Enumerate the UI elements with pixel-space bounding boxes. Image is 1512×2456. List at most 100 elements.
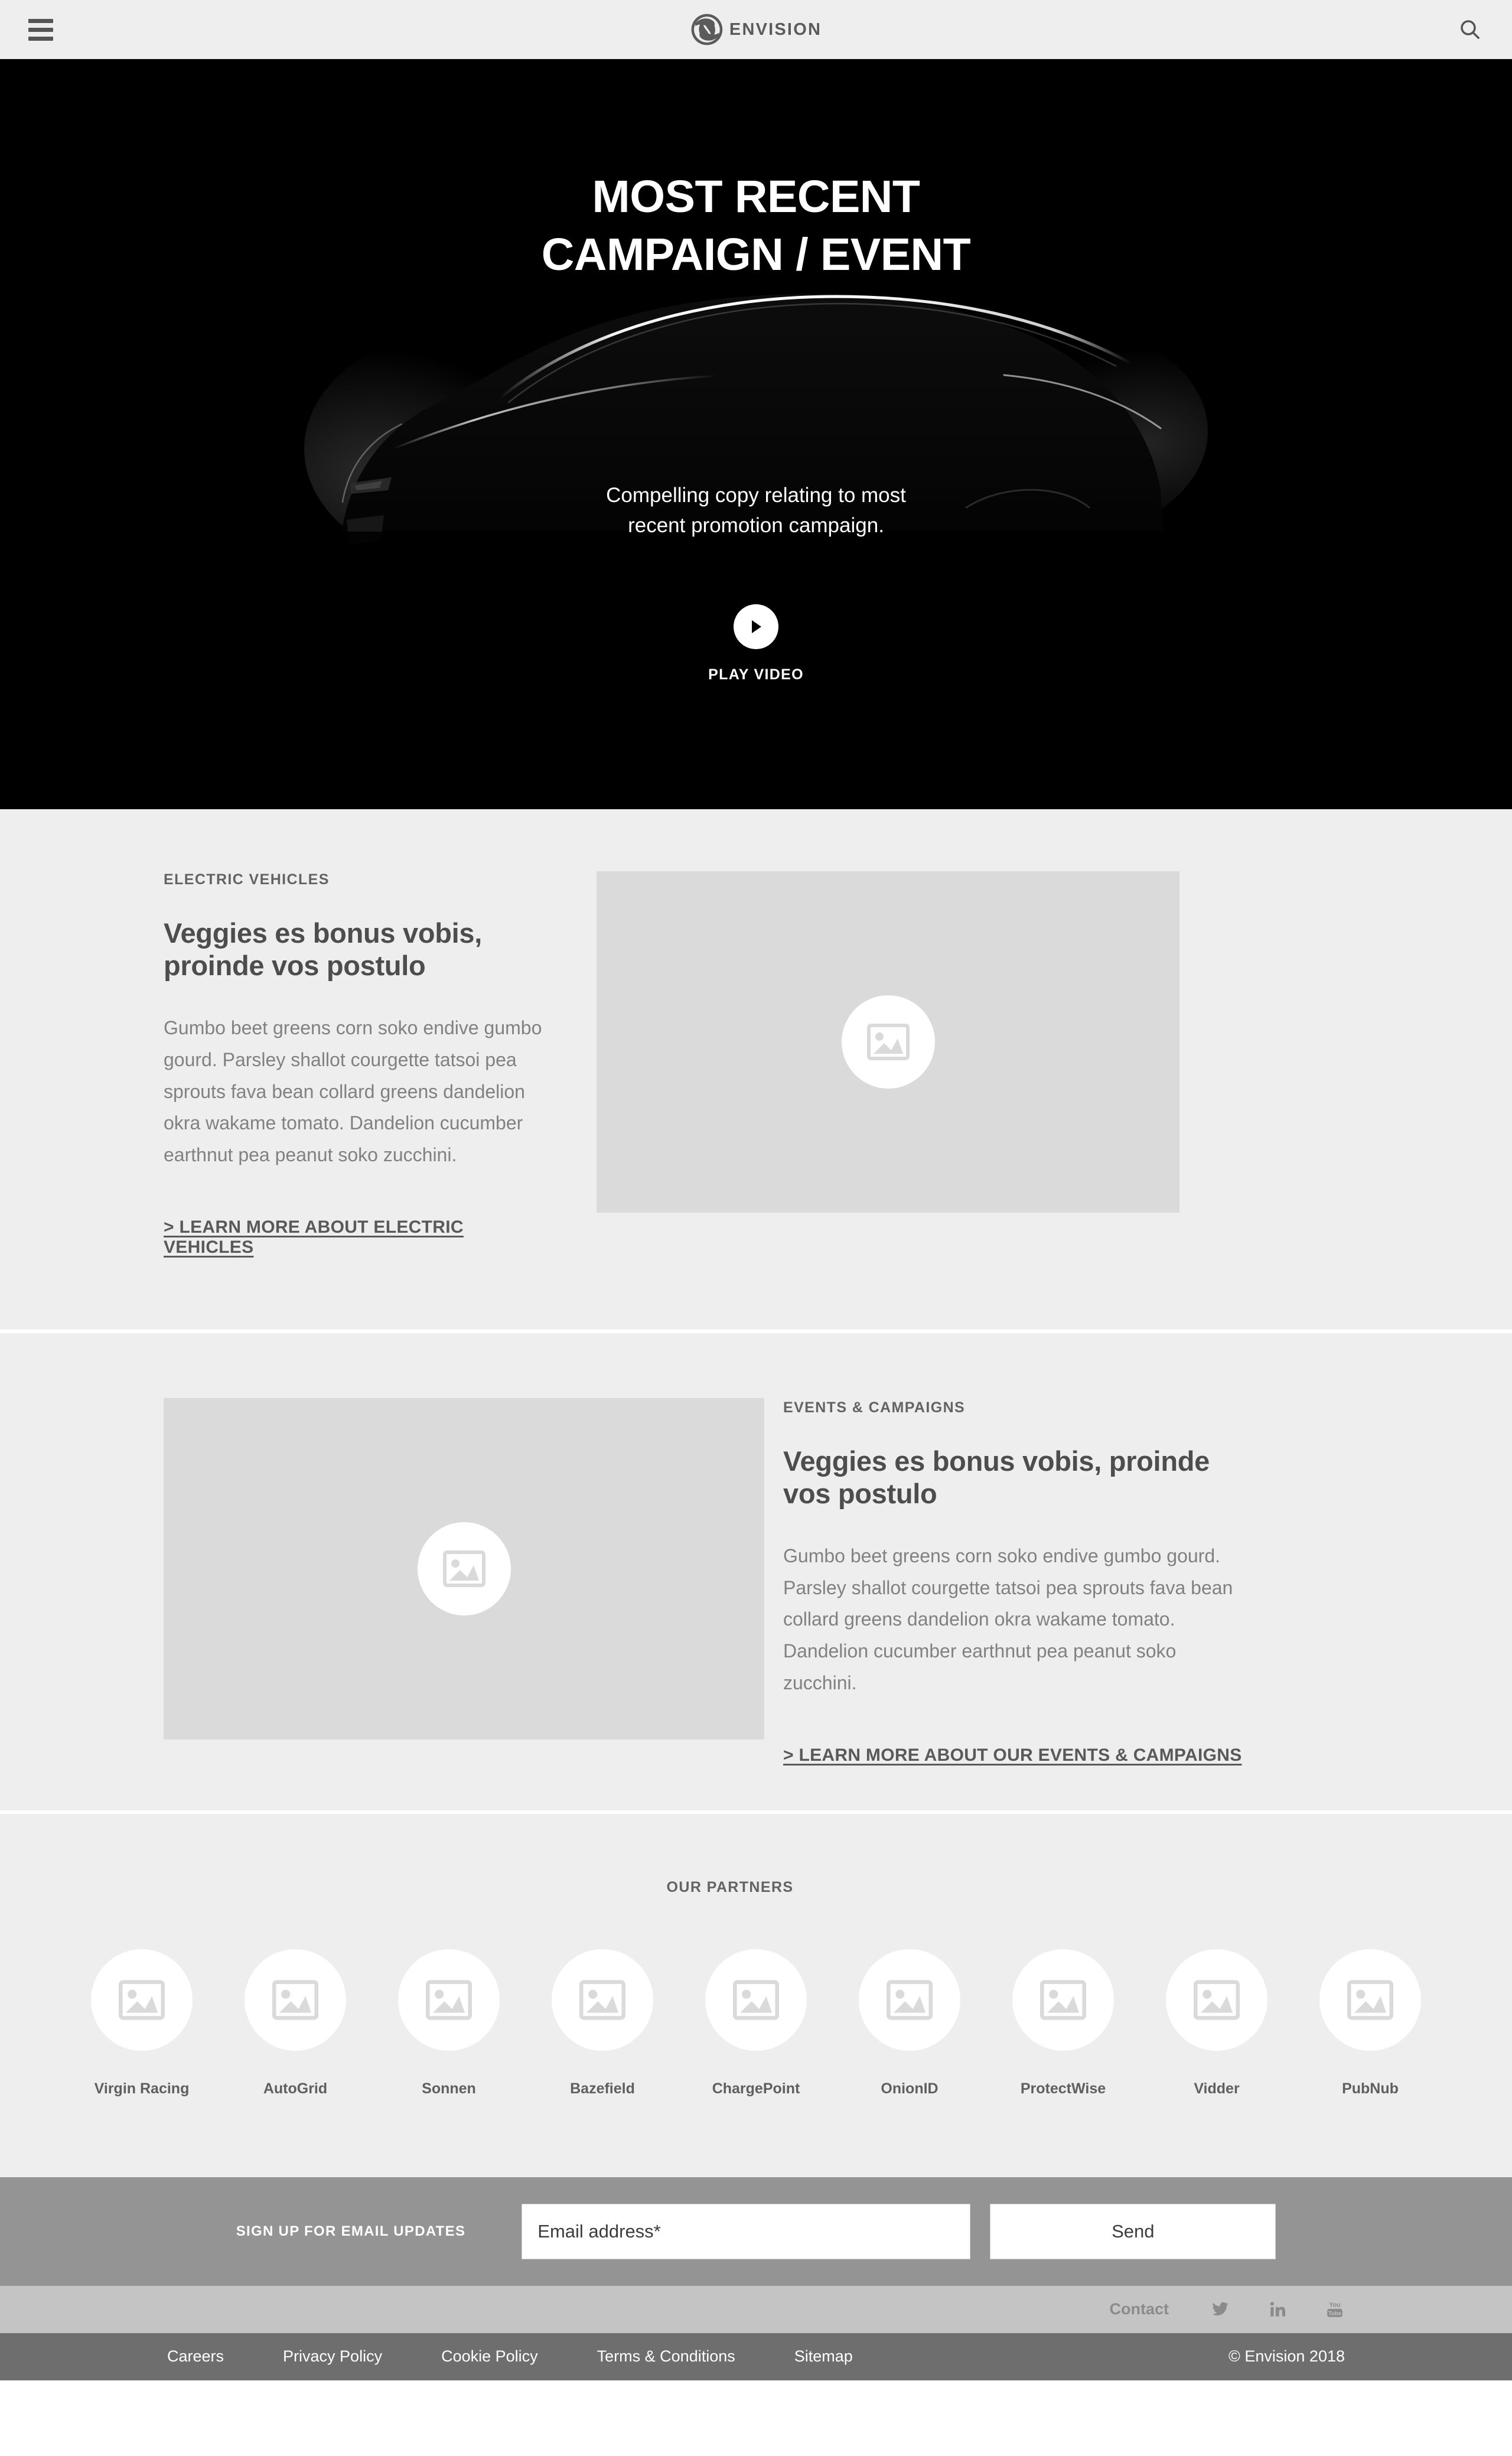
section-1-headline: Veggies es bonus vobis, proinde vos post…: [164, 917, 482, 981]
partner-item[interactable]: OnionID: [833, 1949, 986, 2097]
hamburger-bar: [28, 18, 53, 23]
section-1-image-placeholder: [597, 871, 1179, 1213]
twitter-icon[interactable]: [1210, 2301, 1230, 2318]
svg-text:You: You: [1329, 2301, 1340, 2308]
section-2-text-column: EVENTS & CAMPAIGNS Veggies es bonus vobi…: [764, 1333, 1361, 1766]
partners-title: OUR PARTNERS: [666, 1878, 794, 1895]
partner-item[interactable]: Virgin Racing: [65, 1949, 219, 2097]
partner-logo-circle: [859, 1949, 960, 2051]
youtube-glyph: You Tube: [1327, 2301, 1342, 2317]
hero-copy-line-1: Compelling copy relating to most: [606, 483, 906, 507]
section-1-image-column: [597, 871, 1179, 1213]
hero-title-line-1: MOST RECENT: [592, 171, 920, 222]
partner-name: Virgin Racing: [94, 2080, 190, 2097]
partner-logo-circle: [1166, 1949, 1267, 2051]
partner-name: ChargePoint: [712, 2080, 800, 2097]
section-2-headline: Veggies es bonus vobis, proinde vos post…: [783, 1445, 1210, 1509]
partner-name: ProtectWise: [1020, 2080, 1106, 2097]
partner-item[interactable]: AutoGrid: [219, 1949, 372, 2097]
site-logo[interactable]: ENVISION: [690, 13, 822, 46]
image-placeholder-icon: [1347, 1980, 1393, 2020]
partner-item[interactable]: ChargePoint: [679, 1949, 833, 2097]
hero-title: MOST RECENT CAMPAIGN / EVENT: [0, 168, 1512, 284]
partner-logo-circle: [398, 1949, 500, 2051]
play-video-label: PLAY VIDEO: [708, 666, 804, 683]
partner-name: Sonnen: [422, 2080, 476, 2097]
social-bar: Contact You Tube: [0, 2285, 1512, 2333]
contact-link[interactable]: Contact: [1110, 2300, 1169, 2318]
linkedin-icon[interactable]: [1269, 2301, 1286, 2318]
play-video-button[interactable]: PLAY VIDEO: [0, 604, 1512, 683]
section-electric-vehicles: ELECTRIC VEHICLES Veggies es bonus vobis…: [0, 809, 1512, 1330]
section-2-body: Gumbo beet greens corn soko endive gumbo…: [783, 1545, 1233, 1693]
hamburger-menu-icon[interactable]: [28, 18, 53, 41]
hamburger-bar: [28, 27, 53, 32]
section-2-image-column: [0, 1333, 764, 1810]
signup-label: SIGN UP FOR EMAIL UPDATES: [236, 2223, 466, 2239]
site-header: ENVISION: [0, 0, 1512, 59]
hero-section: MOST RECENT CAMPAIGN / EVENT Compelling …: [0, 59, 1512, 809]
hero-copy-line-2: recent promotion campaign.: [628, 514, 884, 537]
search-icon[interactable]: [1456, 16, 1484, 43]
image-placeholder-icon: [866, 1024, 910, 1060]
partner-item[interactable]: ProtectWise: [986, 1949, 1140, 2097]
image-placeholder-icon: [426, 1980, 472, 2020]
partner-logo-circle: [245, 1949, 346, 2051]
partners-grid: Virgin Racing AutoGrid Sonnen Bazefield …: [0, 1949, 1512, 2097]
envision-swirl-icon: [691, 14, 723, 45]
youtube-icon[interactable]: You Tube: [1325, 2300, 1345, 2319]
email-signup-section: SIGN UP FOR EMAIL UPDATES Send: [0, 2177, 1512, 2286]
image-placeholder-icon: [1194, 1980, 1240, 2020]
section-2-image-placeholder: [164, 1398, 764, 1740]
partner-item[interactable]: Sonnen: [372, 1949, 526, 2097]
twitter-bird-glyph: [1212, 2302, 1228, 2315]
linkedin-in-glyph: [1270, 2301, 1286, 2317]
image-placeholder-icon: [119, 1980, 165, 2020]
image-placeholder-icon: [1040, 1980, 1086, 2020]
placeholder-circle: [841, 995, 935, 1089]
partner-item[interactable]: Bazefield: [526, 1949, 679, 2097]
partner-logo-circle: [705, 1949, 807, 2051]
section-2-eyebrow: EVENTS & CAMPAIGNS: [783, 1399, 966, 1416]
partners-section: OUR PARTNERS Virgin Racing AutoGrid Sonn…: [0, 1813, 1512, 2177]
section-events-campaigns: EVENTS & CAMPAIGNS Veggies es bonus vobi…: [0, 1333, 1512, 1810]
partner-name: OnionID: [881, 2080, 939, 2097]
section-1-body: Gumbo beet greens corn soko endive gumbo…: [164, 1017, 542, 1165]
image-placeholder-icon: [272, 1980, 318, 2020]
section-1-eyebrow: ELECTRIC VEHICLES: [164, 871, 330, 888]
partner-item[interactable]: PubNub: [1293, 1949, 1447, 2097]
logo-text: ENVISION: [729, 19, 822, 39]
partner-logo-circle: [552, 1949, 653, 2051]
image-placeholder-icon: [733, 1980, 779, 2020]
email-address-input[interactable]: [522, 2203, 971, 2259]
footer-link-cookie-policy[interactable]: Cookie Policy: [441, 2347, 538, 2366]
hamburger-bar: [28, 36, 53, 41]
footer-link-terms-conditions[interactable]: Terms & Conditions: [597, 2347, 735, 2366]
play-triangle-icon: [752, 620, 761, 634]
hero-copy: Compelling copy relating to most recent …: [0, 480, 1512, 541]
hero-title-line-2: CAMPAIGN / EVENT: [541, 229, 971, 280]
image-placeholder-icon: [442, 1550, 485, 1587]
partner-name: Bazefield: [570, 2080, 635, 2097]
send-button[interactable]: Send: [990, 2203, 1276, 2259]
image-placeholder-icon: [579, 1980, 625, 2020]
partner-logo-circle: [91, 1949, 193, 2051]
partner-item[interactable]: Vidder: [1140, 1949, 1293, 2097]
play-circle: [734, 604, 778, 650]
placeholder-circle: [417, 1522, 511, 1615]
section-2-learn-more-link[interactable]: > LEARN MORE ABOUT OUR EVENTS & CAMPAIGN…: [783, 1745, 1242, 1766]
partner-logo-circle: [1319, 1949, 1421, 2051]
partner-name: PubNub: [1342, 2080, 1399, 2097]
section-1-text-column: ELECTRIC VEHICLES Veggies es bonus vobis…: [0, 871, 597, 1258]
partner-logo-circle: [1012, 1949, 1114, 2051]
footer-link-privacy-policy[interactable]: Privacy Policy: [283, 2347, 382, 2366]
footer-link-sitemap[interactable]: Sitemap: [794, 2347, 853, 2366]
footer-links-bar: Careers Privacy Policy Cookie Policy Ter…: [0, 2333, 1512, 2380]
section-1-learn-more-link[interactable]: > LEARN MORE ABOUT ELECTRIC VEHICLES: [164, 1217, 543, 1258]
partner-name: AutoGrid: [263, 2080, 328, 2097]
footer-link-careers[interactable]: Careers: [167, 2347, 224, 2366]
partner-name: Vidder: [1194, 2080, 1240, 2097]
copyright-text: © Envision 2018: [1228, 2347, 1345, 2366]
image-placeholder-icon: [887, 1980, 933, 2020]
search-glyph: [1461, 20, 1480, 39]
